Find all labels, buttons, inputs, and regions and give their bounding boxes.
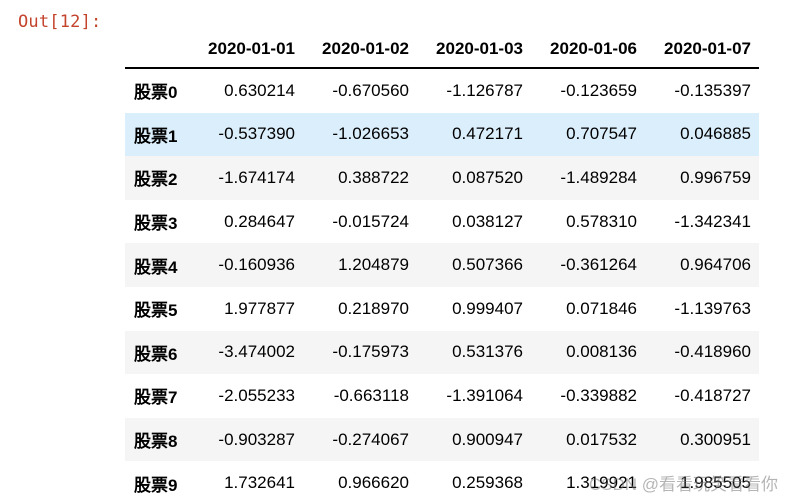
table-cell: 0.966620 (338, 473, 409, 493)
table-row-hovered: 股票1 -0.537390 -1.026653 0.472171 0.70754… (125, 112, 759, 157)
row-index-label: 股票2 (134, 170, 178, 190)
row-index-label: 股票3 (134, 214, 178, 234)
column-header: 2020-01-06 (531, 31, 645, 69)
row-index-label: 股票5 (134, 301, 178, 321)
table-row: 股票3 0.284647 -0.015724 0.038127 0.578310… (125, 199, 759, 244)
table-cell: 1.319921 (566, 473, 637, 493)
column-header: 2020-01-07 (645, 31, 759, 69)
table-cell: -1.026653 (332, 124, 409, 144)
table-cell: 0.017532 (566, 429, 637, 449)
out-prompt: Out[12]: (18, 12, 102, 32)
table-cell: 0.284647 (224, 211, 295, 231)
table-cell: 1.732641 (224, 473, 295, 493)
table-cell: 0.531376 (452, 342, 523, 362)
column-header: 2020-01-01 (189, 31, 303, 69)
table-row: 股票2 -1.674174 0.388722 0.087520 -1.48928… (125, 156, 759, 200)
header-row: 2020-01-01 2020-01-02 2020-01-03 2020-01… (125, 31, 759, 69)
dataframe-table: 2020-01-01 2020-01-02 2020-01-03 2020-01… (125, 31, 759, 503)
table-cell: 0.038127 (452, 211, 523, 231)
table-cell: 1.985505 (680, 473, 751, 493)
table-cell: 0.259368 (452, 473, 523, 493)
table-cell: -0.361264 (560, 255, 637, 275)
row-index-label: 股票6 (134, 344, 178, 364)
table-cell: 0.008136 (566, 342, 637, 362)
table-cell: -0.123659 (560, 80, 637, 100)
table-cell: -0.670560 (332, 80, 409, 100)
table-cell: -0.418960 (674, 342, 751, 362)
table-cell: -1.342341 (674, 211, 751, 231)
table-cell: -1.139763 (674, 298, 751, 318)
table-cell: -0.274067 (332, 429, 409, 449)
table-row: 股票9 1.732641 0.966620 0.259368 1.319921 … (125, 461, 759, 503)
table-cell: -2.055233 (218, 385, 295, 405)
table-row: 股票7 -2.055233 -0.663118 -1.391064 -0.339… (125, 374, 759, 418)
table-cell: -0.663118 (333, 385, 409, 405)
table-cell: 0.578310 (566, 211, 637, 231)
table-cell: 0.472171 (452, 124, 523, 144)
table-row: 股票6 -3.474002 -0.175973 0.531376 0.00813… (125, 330, 759, 375)
table-cell: 0.300951 (680, 429, 751, 449)
table-cell: -0.015724 (332, 211, 409, 231)
index-corner-header (125, 31, 189, 69)
table-row: 股票8 -0.903287 -0.274067 0.900947 0.01753… (125, 417, 759, 462)
table-cell: -0.160936 (218, 255, 295, 275)
table-cell: 1.977877 (224, 298, 295, 318)
table-cell: 0.218970 (338, 298, 409, 318)
row-index-label: 股票1 (134, 126, 178, 146)
table-cell: -1.391064 (446, 385, 523, 405)
table-cell: 0.507366 (452, 255, 523, 275)
column-header: 2020-01-03 (417, 31, 531, 69)
table-cell: 0.999407 (452, 298, 523, 318)
table-cell: 0.087520 (452, 167, 523, 187)
table-cell: -0.418727 (674, 385, 751, 405)
table-row: 股票0 0.630214 -0.670560 -1.126787 -0.1236… (125, 68, 759, 113)
table-row: 股票5 1.977877 0.218970 0.999407 0.071846 … (125, 286, 759, 331)
table-cell: -3.474002 (218, 342, 295, 362)
table-cell: -0.903287 (218, 429, 295, 449)
table-cell: 0.046885 (680, 124, 751, 144)
row-index-label: 股票8 (134, 432, 178, 452)
column-header: 2020-01-02 (303, 31, 417, 69)
table-cell: -0.135397 (674, 80, 751, 100)
table-cell: 0.707547 (566, 124, 637, 144)
table-cell: 0.996759 (680, 167, 751, 187)
table-cell: 0.071846 (566, 298, 637, 318)
table-cell: 0.630214 (224, 80, 295, 100)
table-cell: 0.388722 (338, 167, 409, 187)
table-cell: -0.339882 (560, 385, 637, 405)
table-cell: 0.900947 (452, 429, 523, 449)
table-cell: -0.175973 (332, 342, 409, 362)
table-cell: -1.489284 (560, 167, 637, 187)
table-row: 股票4 -0.160936 1.204879 0.507366 -0.36126… (125, 243, 759, 287)
table-cell: -0.537390 (218, 124, 295, 144)
row-index-label: 股票9 (134, 475, 178, 495)
table-cell: 1.204879 (338, 255, 409, 275)
row-index-label: 股票4 (134, 257, 178, 277)
row-index-label: 股票7 (134, 388, 178, 408)
table-cell: -1.674174 (218, 167, 295, 187)
table-cell: 0.964706 (680, 255, 751, 275)
row-index-label: 股票0 (134, 83, 178, 103)
table-cell: -1.126787 (446, 80, 523, 100)
